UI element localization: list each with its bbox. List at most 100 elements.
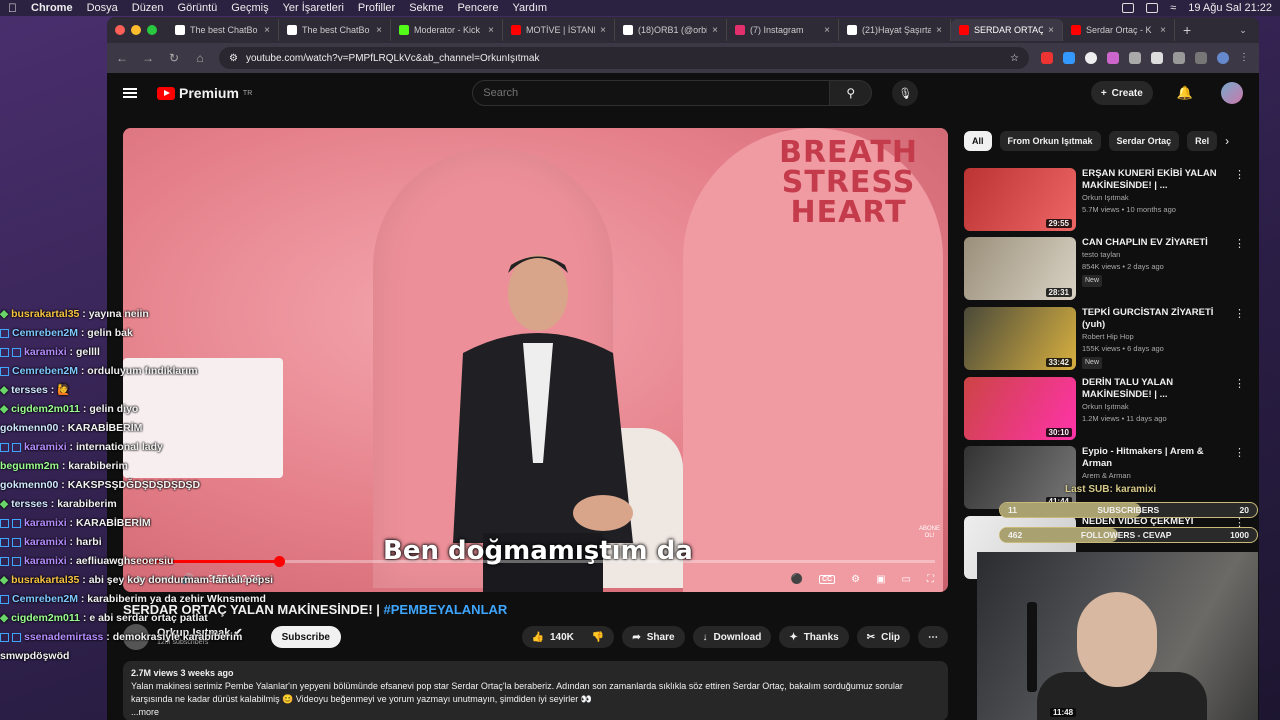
download-button[interactable]: ↓ Download xyxy=(692,626,772,648)
browser-tab[interactable]: Serdar Ortaç - K × xyxy=(1063,19,1175,41)
menu-goruntu[interactable]: Görüntü xyxy=(178,2,218,14)
chip-related[interactable]: Rel xyxy=(1187,131,1218,151)
chevron-right-icon[interactable]: › xyxy=(1225,134,1229,148)
hashtag-link[interactable]: #PEMBEYALANLAR xyxy=(384,602,508,617)
related-title[interactable]: CAN CHAPLIN EV ZİYARETİ xyxy=(1082,237,1228,249)
autoplay-toggle[interactable]: ⚫ xyxy=(791,574,803,585)
microphone-icon[interactable]: 🎙 xyxy=(892,80,919,106)
browser-tab[interactable]: (21)Hayat Şaşırta × xyxy=(839,19,951,41)
close-tab-icon[interactable]: × xyxy=(600,25,606,36)
youtube-logo[interactable]: Premium TR xyxy=(157,85,252,101)
menu-yardim[interactable]: Yardım xyxy=(512,2,547,14)
clock[interactable]: 19 Ağu Sal 21:22 xyxy=(1188,2,1272,14)
browser-tab[interactable]: SERDAR ORTAÇ × xyxy=(951,19,1063,41)
subscribe-watermark[interactable]: ABONE OL! xyxy=(919,526,940,540)
close-window-button[interactable] xyxy=(115,25,125,35)
create-button[interactable]: + Create xyxy=(1090,81,1153,105)
menu-duzen[interactable]: Düzen xyxy=(132,2,164,14)
browser-tab[interactable]: The best ChatBo × xyxy=(279,19,391,41)
related-channel[interactable]: Orkun Işıtmak xyxy=(1082,401,1228,413)
related-channel[interactable]: Orkun Işıtmak xyxy=(1082,192,1228,204)
related-video[interactable]: 30:10 DERİN TALU YALAN MAKİNESİNDE! | ...… xyxy=(964,377,1245,441)
home-icon[interactable]: ⌂ xyxy=(193,51,207,65)
video-thumbnail[interactable]: 33:42 xyxy=(964,307,1076,370)
close-tab-icon[interactable]: × xyxy=(936,25,942,36)
close-tab-icon[interactable]: × xyxy=(264,25,270,36)
extension-icon[interactable] xyxy=(1195,52,1207,64)
thanks-button[interactable]: ✦ Thanks xyxy=(779,626,849,648)
browser-tab[interactable]: MOTİVE | İSTANB × xyxy=(503,19,615,41)
settings-gear-icon[interactable]: ⚙ xyxy=(851,574,860,585)
miniplayer-icon[interactable]: ▣ xyxy=(876,574,885,585)
kebab-menu-icon[interactable]: ⋮ xyxy=(1239,52,1251,64)
bell-icon[interactable]: 🔔 xyxy=(1177,85,1193,101)
video-thumbnail[interactable]: 28:31 xyxy=(964,237,1076,300)
like-button[interactable]: 👍 140K 👎 xyxy=(521,626,615,648)
extension-icon[interactable] xyxy=(1151,52,1163,64)
new-tab-button[interactable]: + xyxy=(1175,22,1199,38)
menu-profiller[interactable]: Profiller xyxy=(358,2,395,14)
status-icon[interactable] xyxy=(1122,3,1135,13)
more-link[interactable]: ...more xyxy=(131,706,940,719)
kebab-menu-icon[interactable]: ⋮ xyxy=(1234,237,1245,301)
related-video[interactable]: 28:31 CAN CHAPLIN EV ZİYARETİ testo taylan… xyxy=(964,237,1245,301)
kebab-menu-icon[interactable]: ⋮ xyxy=(1234,168,1245,232)
menu-pencere[interactable]: Pencere xyxy=(457,2,498,14)
avatar[interactable] xyxy=(1221,82,1243,104)
menu-gecmis[interactable]: Geçmiş xyxy=(231,2,268,14)
kebab-menu-icon[interactable]: ⋮ xyxy=(1234,446,1245,510)
chip-from-channel[interactable]: From Orkun Işıtmak xyxy=(999,131,1101,151)
search-input[interactable] xyxy=(472,80,831,106)
fullscreen-icon[interactable]: ⛶ xyxy=(927,574,934,585)
extension-icon[interactable] xyxy=(1085,52,1097,64)
thumbs-down-icon[interactable]: 👎 xyxy=(592,632,604,643)
related-title[interactable]: Eypio - Hitmakers | Arem & Arman xyxy=(1082,446,1228,470)
extension-icon[interactable] xyxy=(1107,52,1119,64)
forward-icon[interactable]: → xyxy=(141,51,155,65)
close-tab-icon[interactable]: × xyxy=(488,25,494,36)
description-box[interactable]: 2.7M views 3 weeks ago Yalan makinesi se… xyxy=(123,661,948,720)
browser-tab[interactable]: Moderator - Kick × xyxy=(391,19,503,41)
video-thumbnail[interactable]: 29:55 xyxy=(964,168,1076,231)
hamburger-menu-icon[interactable] xyxy=(123,88,137,98)
kebab-menu-icon[interactable]: ⋮ xyxy=(1234,377,1245,441)
related-video[interactable]: 41:44Eypio - Hitmakers | Arem & ArmanAre… xyxy=(964,446,1245,510)
related-video[interactable]: 33:42 TEPKİ GURCİSTAN ZİYARETİ (yuh) Rober… xyxy=(964,307,1245,371)
related-video[interactable]: 29:55 ERŞAN KUNERİ EKİBİ YALAN MAKİNESİND… xyxy=(964,168,1245,232)
extension-icon[interactable] xyxy=(1041,52,1053,64)
browser-tab[interactable]: The best ChatBo × xyxy=(167,19,279,41)
browser-tab[interactable]: (7) Instagram × xyxy=(727,19,839,41)
close-tab-icon[interactable]: × xyxy=(376,25,382,36)
apple-icon[interactable]:  xyxy=(8,1,17,15)
browser-tab[interactable]: (18)ORB1 (@orbit × xyxy=(615,19,727,41)
minimize-window-button[interactable] xyxy=(131,25,141,35)
related-channel[interactable]: Robert Hip Hop xyxy=(1082,331,1228,343)
extension-icon[interactable] xyxy=(1129,52,1141,64)
kebab-menu-icon[interactable]: ⋮ xyxy=(1234,307,1245,371)
video-thumbnail[interactable]: 41:44 xyxy=(964,446,1076,509)
wifi-icon[interactable]: ≈ xyxy=(1170,2,1176,14)
close-tab-icon[interactable]: × xyxy=(1048,25,1054,36)
close-tab-icon[interactable]: × xyxy=(1160,25,1166,36)
theater-mode-icon[interactable]: ▭ xyxy=(902,574,911,585)
share-button[interactable]: ➦ Share xyxy=(622,626,685,648)
related-channel[interactable]: testo taylan xyxy=(1082,249,1228,261)
clip-button[interactable]: ✂ Clip xyxy=(856,626,910,648)
chip-serdar-ortac[interactable]: Serdar Ortaç xyxy=(1108,131,1180,151)
menu-app-name[interactable]: Chrome xyxy=(31,2,73,14)
more-actions-button[interactable]: ⋯ xyxy=(918,626,948,648)
search-icon[interactable]: ⚲ xyxy=(830,80,873,106)
reload-icon[interactable]: ↻ xyxy=(167,51,181,65)
profile-icon[interactable] xyxy=(1217,52,1229,64)
puzzle-icon[interactable] xyxy=(1173,52,1185,64)
menu-yer-isaretleri[interactable]: Yer İşaretleri xyxy=(283,2,344,14)
bookmark-star-icon[interactable]: ☆ xyxy=(1010,53,1019,64)
site-info-icon[interactable]: ⚙ xyxy=(229,53,238,64)
menu-dosya[interactable]: Dosya xyxy=(87,2,118,14)
captions-icon[interactable]: CC xyxy=(819,574,836,584)
related-title[interactable]: ERŞAN KUNERİ EKİBİ YALAN MAKİNESİNDE! | … xyxy=(1082,168,1228,192)
address-bar[interactable]: ⚙ youtube.com/watch?v=PMPfLRQLkVc&ab_cha… xyxy=(219,47,1029,69)
related-channel[interactable]: Arem & Arman xyxy=(1082,470,1228,482)
menu-sekme[interactable]: Sekme xyxy=(409,2,443,14)
close-tab-icon[interactable]: × xyxy=(824,25,830,36)
